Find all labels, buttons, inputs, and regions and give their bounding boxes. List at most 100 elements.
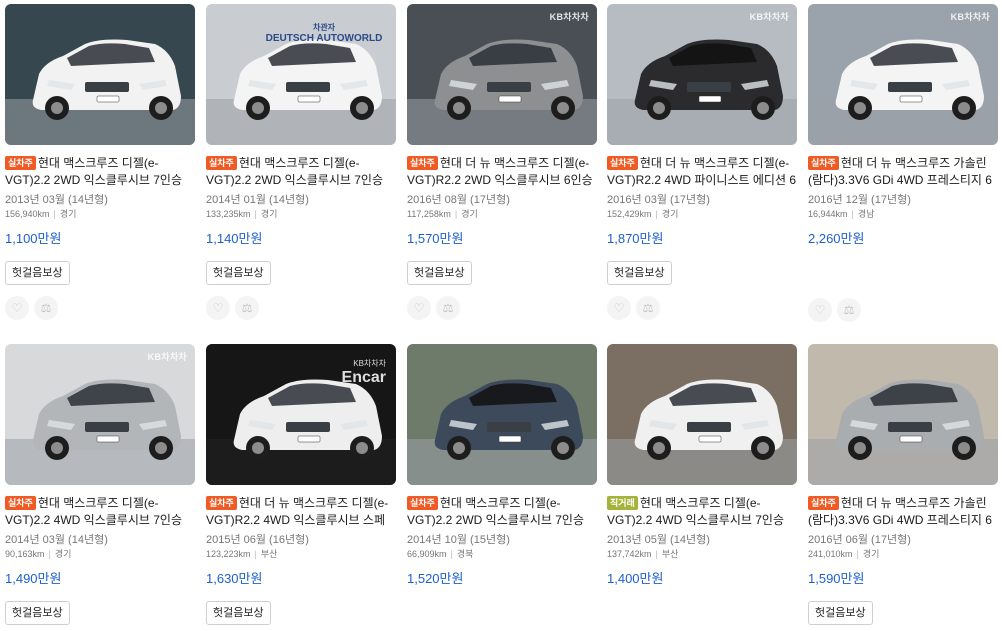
separator: | xyxy=(254,549,257,559)
scale-icon[interactable]: ⚖ xyxy=(34,296,58,320)
listing-title[interactable]: 실차주 현대 더 뉴 맥스크루즈 디젤(e-VGT)R2.2 4WD 파이니스트 … xyxy=(607,155,797,189)
separator: | xyxy=(48,549,51,559)
listing-card[interactable]: 실차주 현대 맥스크루즈 디젤(e-VGT)2.2 2WD 익스클루시브 7인승 … xyxy=(407,344,597,587)
car-photo-svg xyxy=(5,344,195,485)
scale-icon[interactable]: ⚖ xyxy=(436,296,460,320)
listing-title[interactable]: 실차주 현대 맥스크루즈 디젤(e-VGT)2.2 2WD 익스클루시브 7인승 … xyxy=(407,495,597,529)
wasted-trip-compensation-button[interactable]: 헛걸음보상 xyxy=(206,261,271,285)
separator: | xyxy=(450,549,453,559)
card-actions: ♡ ⚖ xyxy=(407,296,597,322)
listing-card[interactable]: KB차차차 Encar 실차주 현대 더 뉴 맥스크루즈 디젤(e-VGT)R2.2 … xyxy=(206,344,396,625)
listing-title[interactable]: 직거래 현대 맥스크루즈 디젤(e-VGT)2.2 4WD 익스클루시브 7인승 … xyxy=(607,495,797,529)
listing-card[interactable]: KB차차차실차주 현대 더 뉴 맥스크루즈 디젤(e-VGT)R2.2 2WD 익… xyxy=(407,4,597,322)
seller-badge: 실차주 xyxy=(206,156,237,170)
dealer-sign: 차관자 DEUTSCH AUTOWORLD xyxy=(265,23,383,44)
heart-icon[interactable]: ♡ xyxy=(407,296,431,320)
listing-title[interactable]: 실차주 현대 맥스크루즈 디젤(e-VGT)2.2 2WD 익스클루시브 7인승 … xyxy=(5,155,195,189)
car-photo[interactable]: KB차차차 xyxy=(407,4,597,145)
listing-card[interactable]: KB차차차실차주 현대 더 뉴 맥스크루즈 디젤(e-VGT)R2.2 4WD 파… xyxy=(607,4,797,322)
price: 1,490만원 xyxy=(5,571,62,586)
listing-card[interactable]: 차관자 DEUTSCH AUTOWORLD 실차주 현대 맥스크루즈 디젤(e-VGT… xyxy=(206,4,396,322)
encar-sign: KB차차차 Encar xyxy=(341,359,386,386)
listing-card[interactable]: 실차주 현대 더 뉴 맥스크루즈 가솔린(람다)3.3V6 GDi 4WD 프레스… xyxy=(808,344,998,625)
wasted-trip-compensation-button[interactable]: 헛걸음보상 xyxy=(5,601,70,625)
mileage-region: 66,909km | 경북 xyxy=(407,548,597,561)
mileage: 16,944km xyxy=(808,209,848,219)
car-photo-svg xyxy=(5,4,195,145)
scale-icon[interactable]: ⚖ xyxy=(235,296,259,320)
heart-icon[interactable]: ♡ xyxy=(808,298,832,322)
card-actions: ♡ ⚖ xyxy=(206,296,396,322)
mileage: 90,163km xyxy=(5,549,45,559)
wasted-trip-compensation-button[interactable]: 헛걸음보상 xyxy=(407,261,472,285)
heart-icon[interactable]: ♡ xyxy=(206,296,230,320)
separator: | xyxy=(856,549,859,559)
car-photo[interactable]: KB차차차 Encar xyxy=(206,344,396,485)
car-photo[interactable] xyxy=(407,344,597,485)
listing-title[interactable]: 실차주 현대 더 뉴 맥스크루즈 가솔린(람다)3.3V6 GDi 4WD 프레스… xyxy=(808,495,998,529)
mileage: 66,909km xyxy=(407,549,447,559)
card-actions: ♡ ⚖ xyxy=(5,296,195,322)
separator: | xyxy=(53,209,56,219)
region: 경기 xyxy=(862,549,880,559)
seller-badge: 실차주 xyxy=(407,496,438,510)
listing-title[interactable]: 실차주 현대 더 뉴 맥스크루즈 디젤(e-VGT)R2.2 2WD 익스클루시브… xyxy=(407,155,597,189)
region: 경기 xyxy=(59,209,77,219)
wasted-trip-compensation-button[interactable]: 헛걸음보상 xyxy=(607,261,672,285)
model-year: 2013년 03월 (14년형) xyxy=(5,194,108,206)
watermark-label: KB차차차 xyxy=(147,352,187,362)
car-photo[interactable] xyxy=(808,344,998,485)
separator: | xyxy=(254,209,257,219)
card-actions: ♡ ⚖ xyxy=(808,298,998,324)
mileage: 137,742km xyxy=(607,549,652,559)
car-photo[interactable]: 차관자 DEUTSCH AUTOWORLD xyxy=(206,4,396,145)
wasted-trip-compensation-button[interactable]: 헛걸음보상 xyxy=(206,601,271,625)
price: 1,100만원 xyxy=(5,231,62,246)
mileage-region: 152,429km | 경기 xyxy=(607,208,797,221)
price: 1,520만원 xyxy=(407,571,464,586)
listing-card[interactable]: 실차주 현대 맥스크루즈 디젤(e-VGT)2.2 2WD 익스클루시브 7인승 … xyxy=(5,4,195,322)
heart-icon[interactable]: ♡ xyxy=(5,296,29,320)
car-photo[interactable]: KB차차차 xyxy=(808,4,998,145)
separator: | xyxy=(851,209,854,219)
scale-icon[interactable]: ⚖ xyxy=(837,298,861,322)
car-photo-svg xyxy=(407,4,597,145)
mileage-region: 133,235km | 경기 xyxy=(206,208,396,221)
listing-card[interactable]: 직거래 현대 맥스크루즈 디젤(e-VGT)2.2 4WD 익스클루시브 7인승 … xyxy=(607,344,797,587)
separator: | xyxy=(655,209,658,219)
mileage-region: 90,163km | 경기 xyxy=(5,548,195,561)
price: 1,400만원 xyxy=(607,571,664,586)
wasted-trip-compensation-button[interactable]: 헛걸음보상 xyxy=(5,261,70,285)
listing-card[interactable]: KB차차차실차주 현대 맥스크루즈 디젤(e-VGT)2.2 4WD 익스클루시브… xyxy=(5,344,195,625)
seller-badge: 실차주 xyxy=(5,156,36,170)
car-photo[interactable]: KB차차차 xyxy=(5,344,195,485)
mileage-region: 117,258km | 경기 xyxy=(407,208,597,221)
listing-title[interactable]: 실차주 현대 더 뉴 맥스크루즈 가솔린(람다)3.3V6 GDi 4WD 프레스… xyxy=(808,155,998,189)
mileage-region: 156,940km | 경기 xyxy=(5,208,195,221)
mileage-region: 123,223km | 부산 xyxy=(206,548,396,561)
separator: | xyxy=(454,209,458,219)
mileage-region: 241,010km | 경기 xyxy=(808,548,998,561)
car-photo[interactable] xyxy=(5,4,195,145)
model-year: 2016년 08월 (17년형) xyxy=(407,194,510,206)
car-photo[interactable] xyxy=(607,344,797,485)
model-year: 2014년 03월 (14년형) xyxy=(5,534,108,546)
seller-badge: 실차주 xyxy=(5,496,36,510)
mileage-region: 16,944km | 경남 xyxy=(808,208,998,221)
card-actions: ♡ ⚖ xyxy=(607,296,797,322)
heart-icon[interactable]: ♡ xyxy=(607,296,631,320)
seller-badge: 직거래 xyxy=(607,496,638,510)
listing-card[interactable]: KB차차차실차주 현대 더 뉴 맥스크루즈 가솔린(람다)3.3V6 GDi 4W… xyxy=(808,4,998,324)
price: 1,870만원 xyxy=(607,231,664,246)
listing-title[interactable]: 실차주 현대 더 뉴 맥스크루즈 디젤(e-VGT)R2.2 4WD 익스클루시브… xyxy=(206,495,396,529)
mileage: 117,258km xyxy=(407,209,451,219)
mileage: 123,223km xyxy=(206,549,251,559)
model-year: 2016년 12월 (17년형) xyxy=(808,194,911,206)
model-year: 2016년 03월 (17년형) xyxy=(607,194,710,206)
scale-icon[interactable]: ⚖ xyxy=(636,296,660,320)
car-photo[interactable]: KB차차차 xyxy=(607,4,797,145)
listing-title[interactable]: 실차주 현대 맥스크루즈 디젤(e-VGT)2.2 2WD 익스클루시브 7인승 … xyxy=(206,155,396,189)
wasted-trip-compensation-button[interactable]: 헛걸음보상 xyxy=(808,601,873,625)
car-photo-svg xyxy=(607,344,797,485)
listing-title[interactable]: 실차주 현대 맥스크루즈 디젤(e-VGT)2.2 4WD 익스클루시브 7인승 … xyxy=(5,495,195,529)
